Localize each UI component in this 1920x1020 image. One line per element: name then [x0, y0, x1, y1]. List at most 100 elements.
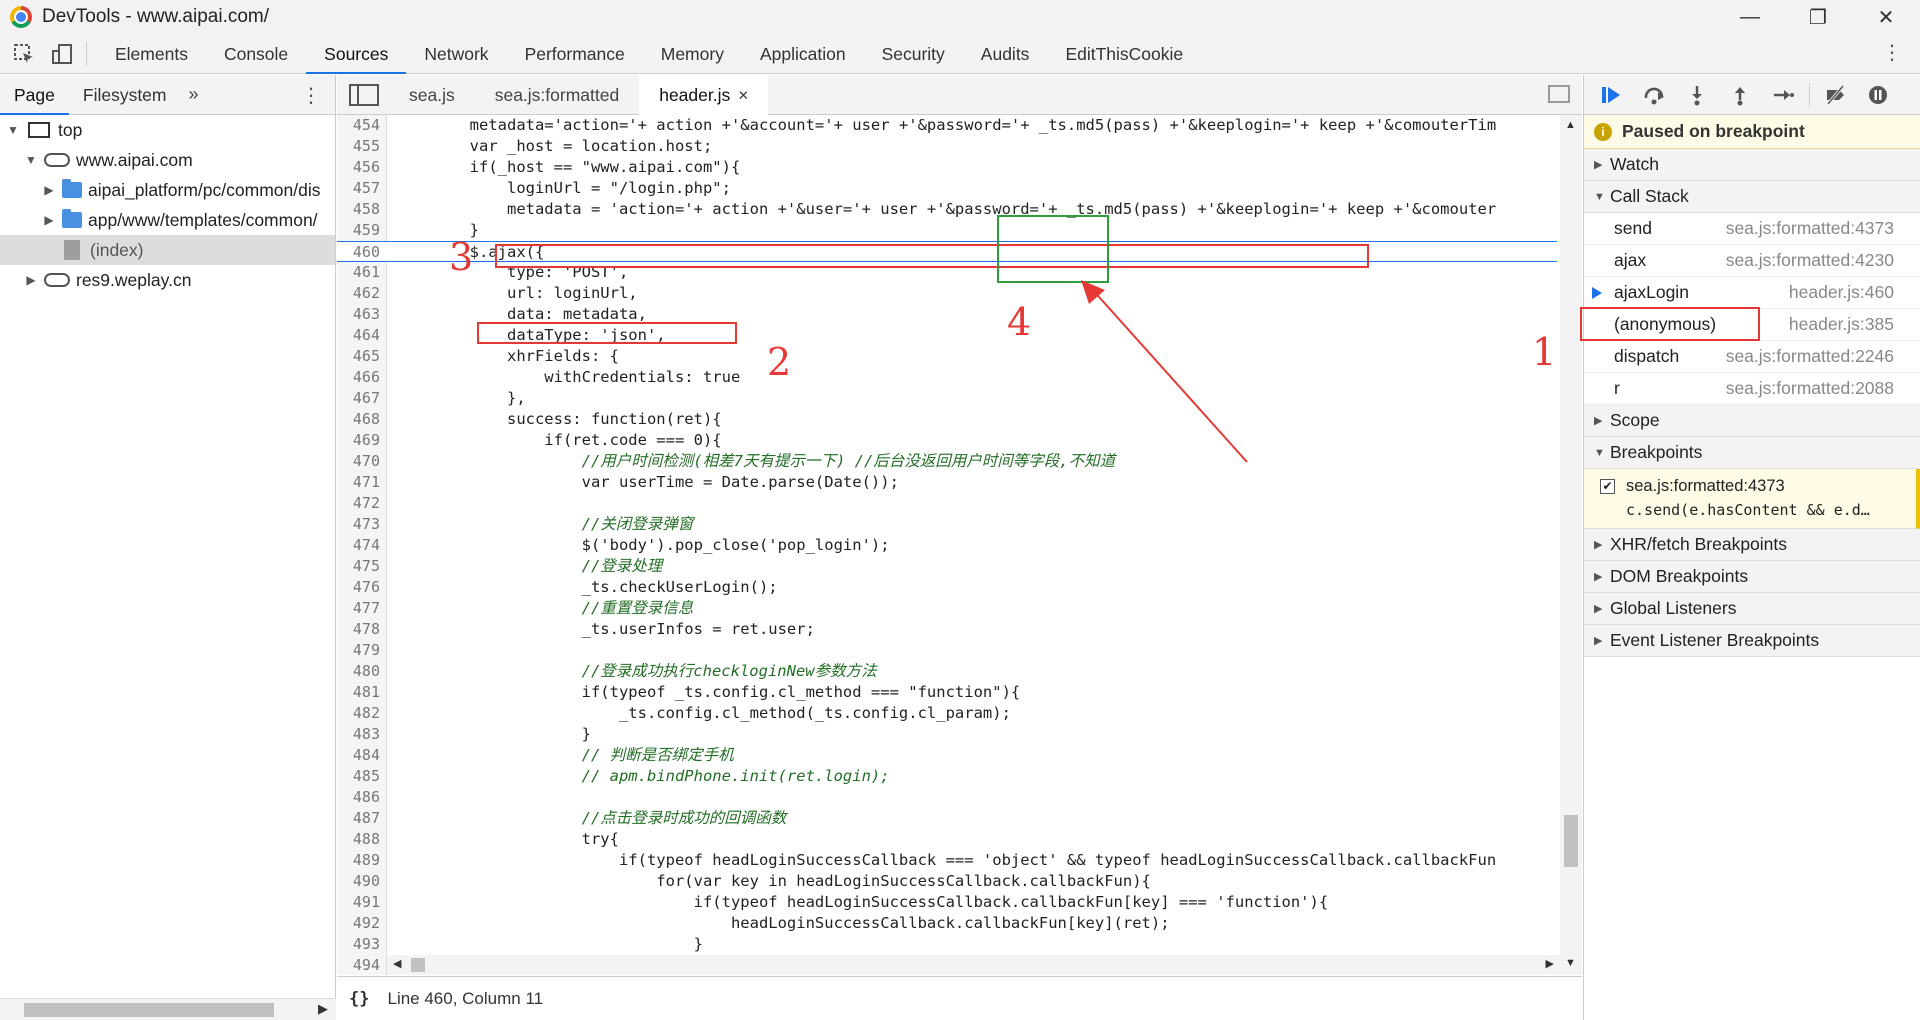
tree-item-folder[interactable]: ▶ aipai_platform/pc/common/dis: [0, 175, 335, 205]
line-number[interactable]: 482: [337, 703, 380, 724]
tree-item-folder[interactable]: ▶ app/www/templates/common/: [0, 205, 335, 235]
tab-console[interactable]: Console: [206, 34, 306, 74]
nav-tab-page[interactable]: Page: [0, 75, 69, 115]
code-line[interactable]: 481 if(typeof _ts.config.cl_method === "…: [337, 682, 1557, 703]
line-number[interactable]: 465: [337, 346, 380, 367]
line-number[interactable]: 494: [337, 955, 380, 975]
call-frame[interactable]: send sea.js:formatted:4373: [1584, 213, 1920, 245]
code-line[interactable]: 477 //重置登录信息: [337, 598, 1557, 619]
call-frame[interactable]: r sea.js:formatted:2088: [1584, 373, 1920, 405]
line-number[interactable]: 471: [337, 472, 380, 493]
code-line[interactable]: 489 if(typeof headLoginSuccessCallback =…: [337, 850, 1557, 871]
device-toolbar-icon[interactable]: [48, 40, 76, 68]
tab-memory[interactable]: Memory: [643, 34, 742, 74]
tree-item-domain[interactable]: ▶ res9.weplay.cn: [0, 265, 335, 295]
code-line[interactable]: 479: [337, 640, 1557, 661]
line-number[interactable]: 466: [337, 367, 380, 388]
code-line[interactable]: 487 //点击登录时成功的回调函数: [337, 808, 1557, 829]
toggle-debugger-icon[interactable]: [1548, 85, 1570, 103]
line-number[interactable]: 480: [337, 661, 380, 682]
section-event-listener-breakpoints[interactable]: ▶ Event Listener Breakpoints: [1584, 625, 1920, 657]
tab-security[interactable]: Security: [864, 34, 963, 74]
line-number[interactable]: 459: [337, 220, 380, 241]
close-tab-icon[interactable]: ×: [738, 85, 748, 105]
nav-tab-filesystem[interactable]: Filesystem: [69, 75, 181, 115]
line-number[interactable]: 472: [337, 493, 380, 514]
line-number[interactable]: 488: [337, 829, 380, 850]
deactivate-breakpoints-icon[interactable]: [1818, 80, 1852, 110]
line-number[interactable]: 476: [337, 577, 380, 598]
section-call-stack[interactable]: ▼ Call Stack: [1584, 181, 1920, 213]
pretty-print-button[interactable]: {}: [349, 989, 369, 1009]
close-window-button[interactable]: ✕: [1852, 0, 1920, 34]
line-number[interactable]: 467: [337, 388, 380, 409]
line-number[interactable]: 486: [337, 787, 380, 808]
tab-performance[interactable]: Performance: [507, 34, 643, 74]
minimize-button[interactable]: —: [1716, 0, 1784, 34]
line-number[interactable]: 487: [337, 808, 380, 829]
tree-item-domain[interactable]: ▼ www.aipai.com: [0, 145, 335, 175]
more-tabs-icon[interactable]: »: [181, 84, 207, 105]
code-line[interactable]: 457 loginUrl = "/login.php";: [337, 178, 1557, 199]
section-breakpoints[interactable]: ▼ Breakpoints: [1584, 437, 1920, 469]
tab-audits[interactable]: Audits: [963, 34, 1048, 74]
code-line[interactable]: 472: [337, 493, 1557, 514]
scroll-down-arrow-icon[interactable]: ▼: [1565, 957, 1576, 969]
scrollbar-thumb[interactable]: [24, 1003, 274, 1017]
line-number[interactable]: 490: [337, 871, 380, 892]
code-line[interactable]: 467 },: [337, 388, 1557, 409]
editor-tab-headerjs[interactable]: header.js ×: [639, 74, 769, 115]
line-number[interactable]: 483: [337, 724, 380, 745]
navigator-menu-icon[interactable]: ⋮: [301, 83, 321, 108]
breakpoint-entry[interactable]: ✔ sea.js:formatted:4373 c.send(e.hasCont…: [1584, 469, 1920, 529]
line-number[interactable]: 475: [337, 556, 380, 577]
call-frame[interactable]: dispatch sea.js:formatted:2246: [1584, 341, 1920, 373]
line-number[interactable]: 457: [337, 178, 380, 199]
line-number[interactable]: 484: [337, 745, 380, 766]
editor-vscrollbar[interactable]: ▲ ▼: [1560, 115, 1582, 975]
inspect-element-icon[interactable]: [10, 40, 38, 68]
line-number[interactable]: 455: [337, 136, 380, 157]
collapsed-triangle-icon[interactable]: ▶: [24, 273, 38, 287]
scroll-right-arrow-icon[interactable]: ▶: [1546, 957, 1554, 970]
line-number[interactable]: 492: [337, 913, 380, 934]
section-xhr-breakpoints[interactable]: ▶ XHR/fetch Breakpoints: [1584, 529, 1920, 561]
scroll-left-arrow-icon[interactable]: ◀: [393, 957, 401, 970]
code-line[interactable]: 490 for(var key in headLoginSuccessCallb…: [337, 871, 1557, 892]
code-line[interactable]: 480 //登录成功执行checkloginNew参数方法: [337, 661, 1557, 682]
collapsed-triangle-icon[interactable]: ▶: [42, 213, 56, 227]
line-number[interactable]: 469: [337, 430, 380, 451]
maximize-button[interactable]: ❐: [1784, 0, 1852, 34]
section-watch[interactable]: ▶ Watch: [1584, 149, 1920, 181]
scroll-right-arrow-icon[interactable]: ▶: [318, 1001, 328, 1017]
code-line[interactable]: 488 try{: [337, 829, 1557, 850]
code-line[interactable]: 474 $('body').pop_close('pop_login');: [337, 535, 1557, 556]
code-line[interactable]: 462 url: loginUrl,: [337, 283, 1557, 304]
step-into-icon[interactable]: [1680, 80, 1714, 110]
editor-tab-seajs[interactable]: sea.js: [389, 75, 475, 115]
step-icon[interactable]: [1766, 80, 1800, 110]
code-line[interactable]: 478 _ts.userInfos = ret.user;: [337, 619, 1557, 640]
customize-menu-icon[interactable]: ⋮: [1882, 40, 1902, 65]
line-number[interactable]: 493: [337, 934, 380, 955]
line-number[interactable]: 463: [337, 304, 380, 325]
line-number[interactable]: 491: [337, 892, 380, 913]
code-line[interactable]: 458 metadata = 'action='+ action +'&user…: [337, 199, 1557, 220]
line-number[interactable]: 485: [337, 766, 380, 787]
toggle-navigator-icon[interactable]: [349, 83, 379, 106]
line-number[interactable]: 489: [337, 850, 380, 871]
line-number[interactable]: 478: [337, 619, 380, 640]
code-line[interactable]: 492 headLoginSuccessCallback.callbackFun…: [337, 913, 1557, 934]
line-number[interactable]: 468: [337, 409, 380, 430]
line-number[interactable]: 481: [337, 682, 380, 703]
section-global-listeners[interactable]: ▶ Global Listeners: [1584, 593, 1920, 625]
code-line[interactable]: 459 }: [337, 220, 1557, 241]
line-number[interactable]: 454: [337, 115, 380, 136]
line-number[interactable]: 456: [337, 157, 380, 178]
call-frame-current[interactable]: ajaxLogin header.js:460: [1584, 277, 1920, 309]
code-line[interactable]: 470 //用户时间检测(相差7天有提示一下) //后台没返回用户时间等字段,不…: [337, 451, 1557, 472]
line-number[interactable]: 458: [337, 199, 380, 220]
pause-on-exceptions-icon[interactable]: [1861, 80, 1895, 110]
expanded-triangle-icon[interactable]: ▼: [6, 123, 20, 137]
line-number[interactable]: 464: [337, 325, 380, 346]
